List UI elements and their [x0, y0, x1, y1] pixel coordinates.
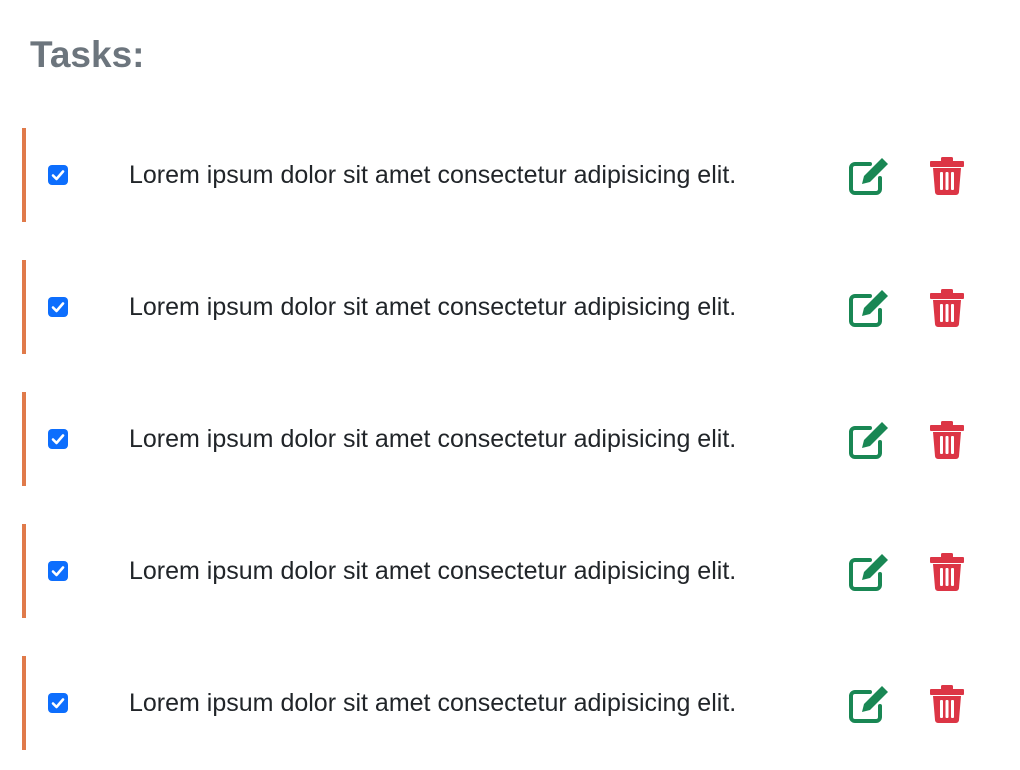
edit-task-button[interactable]: [848, 684, 892, 724]
edit-task-button[interactable]: [848, 288, 892, 328]
task-checkbox[interactable]: [48, 429, 68, 449]
trash-icon: [930, 553, 964, 591]
delete-task-button[interactable]: [928, 156, 966, 196]
edit-icon: [849, 686, 888, 723]
edit-icon: [849, 554, 888, 591]
delete-task-button[interactable]: [928, 420, 966, 460]
task-item: Lorem ipsum dolor sit amet consectetur a…: [0, 128, 1020, 222]
task-item: Lorem ipsum dolor sit amet consectetur a…: [0, 392, 1020, 486]
checkmark-icon: [51, 566, 65, 577]
task-accent-bar: [22, 656, 26, 750]
task-accent-bar: [22, 392, 26, 486]
edit-task-button[interactable]: [848, 552, 892, 592]
trash-icon: [930, 157, 964, 195]
edit-icon: [849, 290, 888, 327]
task-item: Lorem ipsum dolor sit amet consectetur a…: [0, 524, 1020, 618]
task-accent-bar: [22, 524, 26, 618]
task-text: Lorem ipsum dolor sit amet consectetur a…: [129, 293, 737, 321]
edit-icon: [849, 422, 888, 459]
delete-task-button[interactable]: [928, 552, 966, 592]
delete-task-button[interactable]: [928, 684, 966, 724]
task-checkbox[interactable]: [48, 561, 68, 581]
task-checkbox[interactable]: [48, 165, 68, 185]
page-title: Tasks:: [30, 34, 145, 75]
task-accent-bar: [22, 260, 26, 354]
checkmark-icon: [51, 170, 65, 181]
edit-task-button[interactable]: [848, 156, 892, 196]
delete-task-button[interactable]: [928, 288, 966, 328]
task-list: Lorem ipsum dolor sit amet consectetur a…: [0, 128, 1020, 770]
trash-icon: [930, 421, 964, 459]
checkmark-icon: [51, 698, 65, 709]
task-checkbox[interactable]: [48, 297, 68, 317]
task-accent-bar: [22, 128, 26, 222]
edit-task-button[interactable]: [848, 420, 892, 460]
task-checkbox[interactable]: [48, 693, 68, 713]
task-text: Lorem ipsum dolor sit amet consectetur a…: [129, 689, 737, 717]
task-text: Lorem ipsum dolor sit amet consectetur a…: [129, 425, 737, 453]
task-text: Lorem ipsum dolor sit amet consectetur a…: [129, 161, 737, 189]
task-item: Lorem ipsum dolor sit amet consectetur a…: [0, 656, 1020, 750]
checkmark-icon: [51, 302, 65, 313]
edit-icon: [849, 158, 888, 195]
task-item: Lorem ipsum dolor sit amet consectetur a…: [0, 260, 1020, 354]
checkmark-icon: [51, 434, 65, 445]
trash-icon: [930, 685, 964, 723]
task-page: Tasks: Lorem ipsum dolor sit amet consec…: [0, 0, 1020, 770]
trash-icon: [930, 289, 964, 327]
task-text: Lorem ipsum dolor sit amet consectetur a…: [129, 557, 737, 585]
